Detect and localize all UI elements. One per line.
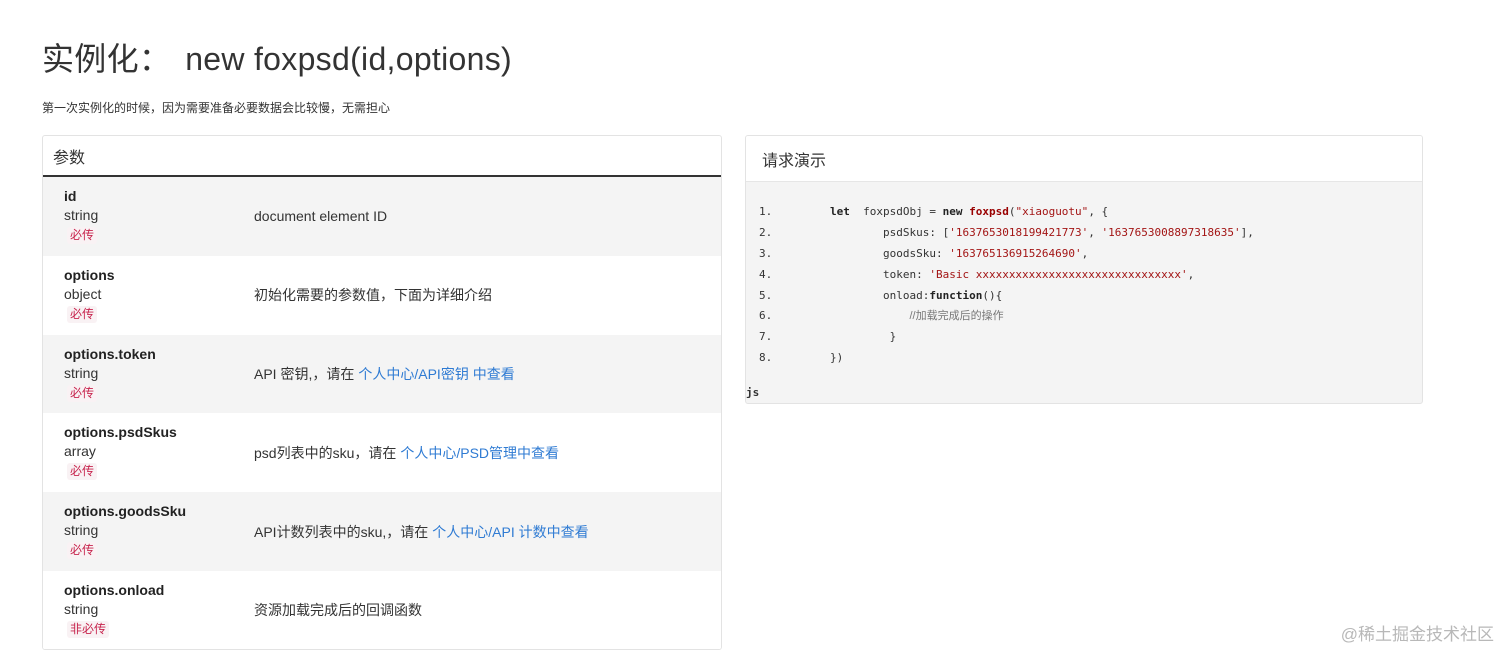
param-description: document element ID — [254, 177, 387, 256]
code-token: '163765136915264690' — [949, 246, 1082, 260]
param-required-badge: 必传 — [67, 542, 98, 560]
param-row: id string 必传 document element ID — [43, 177, 721, 256]
code-line-number: 3. — [759, 246, 773, 260]
code-line: 3. goodsSku: '163765136915264690', — [746, 244, 1422, 265]
param-description-text: 资源加载完成后的回调函数 — [254, 602, 422, 619]
code-token: } — [889, 330, 897, 344]
param-description: API计数列表中的sku,，请在 个人中心/API 计数中查看 — [254, 492, 589, 571]
code-line: 5. onload:function(){ — [746, 286, 1422, 307]
code-token: foxpsdObj = — [849, 205, 943, 218]
page-title-prefix: 实例化： — [42, 41, 172, 77]
code-token: ], — [1240, 225, 1254, 239]
code-line-content: }) — [830, 348, 843, 369]
code-line-content: //加载完成后的操作 — [830, 306, 1004, 327]
param-required-badge: 必传 — [67, 463, 98, 481]
param-description: 初始化需要的参数值，下面为详细介绍 — [254, 256, 492, 335]
code-line-content: goodsSku: '163765136915264690', — [830, 244, 1088, 265]
code-line-number: 5. — [759, 288, 773, 302]
code-line-number: 7. — [759, 330, 773, 344]
code-line: 7. } — [746, 327, 1422, 348]
code-line: 1. let foxpsdObj = new foxpsd("xiaoguotu"… — [746, 202, 1422, 223]
param-required-badge: 必传 — [67, 227, 98, 244]
code-token: '1637653018199421773' — [949, 225, 1089, 239]
param-required-badge: 必传 — [67, 384, 98, 402]
code-token: 'Basic xxxxxxxxxxxxxxxxxxxxxxxxxxxxxxx' — [929, 267, 1188, 281]
demo-panel: 请求演示 1. let foxpsdObj = new foxpsd("xiaog… — [745, 135, 1423, 404]
params-panel: 参数 id string 必传 document element ID options o… — [42, 135, 722, 650]
param-description: 资源加载完成后的回调函数 — [254, 571, 422, 649]
page-title: 实例化： new foxpsd(id,options) — [42, 34, 512, 80]
code-line: 6. //加载完成后的操作 — [746, 306, 1422, 327]
code-token: onload: — [882, 288, 930, 302]
code-line-content: token: 'Basic xxxxxxxxxxxxxxxxxxxxxxxxxx… — [830, 265, 1194, 286]
code-line-number: 4. — [759, 267, 773, 281]
param-row: options.token string 必传 API 密钥,，请在 个人中心/API密… — [43, 334, 721, 414]
code-line-number: 1. — [759, 205, 773, 218]
param-required-badge: 非必传 — [67, 620, 110, 638]
code-line: 2. psdSkus: ['1637653018199421773', '163… — [746, 223, 1422, 244]
code-token: }) — [830, 351, 844, 365]
param-description-text: document element ID — [254, 208, 388, 225]
code-token: token: — [882, 267, 930, 281]
code-token: '1637653008897318635' — [1101, 225, 1241, 239]
code-token: let — [830, 205, 850, 218]
page-title-code: new foxpsd(id,options) — [185, 41, 512, 77]
param-description-text: 初始化需要的参数值，下面为详细介绍 — [254, 287, 492, 304]
params-table: id string 必传 document element ID options obje… — [43, 177, 721, 649]
code-token: "xiaoguotu" — [1015, 205, 1089, 218]
code-token: //加载完成后的操作 — [909, 310, 1004, 323]
code-token: new — [942, 205, 963, 218]
param-row: options object 必传 初始化需要的参数值，下面为详细介绍 — [43, 255, 721, 335]
code-token: function — [929, 288, 983, 302]
param-description-text: API 密钥,，请在 — [254, 365, 355, 382]
code-block: 1. let foxpsdObj = new foxpsd("xiaoguotu"… — [746, 202, 1422, 369]
code-line-content: let foxpsdObj = new foxpsd("xiaoguotu", … — [830, 202, 1108, 223]
param-description: API 密钥,，请在 个人中心/API密钥 中查看 — [254, 335, 515, 414]
code-token: , { — [1088, 205, 1109, 218]
param-description-link[interactable]: 个人中心/API 计数中查看 — [432, 522, 588, 542]
code-line-number: 8. — [759, 351, 773, 365]
code-token: foxpsd — [962, 205, 1009, 218]
code-line-number: 2. — [759, 225, 773, 239]
param-row: options.psdSkus array 必传 psd列表中的sku，请在 个人中心/… — [43, 413, 721, 493]
param-name: id — [64, 188, 77, 204]
param-description-text: API计数列表中的sku,，请在 — [254, 523, 429, 540]
param-type: string — [64, 207, 99, 223]
code-token: goodsSku: — [882, 246, 950, 260]
param-row: options.onload string 非必传 资源加载完成后的回调函数 — [43, 570, 721, 649]
code-token: , — [1081, 246, 1089, 260]
param-row: options.goodsSku string 必传 API计数列表中的sku,，请在… — [43, 492, 721, 571]
code-token: (){ — [982, 288, 1003, 302]
code-token: , — [1187, 267, 1195, 281]
code-line-number: 6. — [759, 309, 773, 323]
code-language-label: js — [746, 386, 760, 399]
param-description-text: psd列表中的sku，请在 — [254, 444, 397, 461]
code-line-content: onload:function(){ — [830, 286, 1002, 307]
watermark: @稀土掘金技术社区 — [1340, 625, 1494, 644]
code-line-content: psdSkus: ['1637653018199421773', '163765… — [830, 223, 1254, 244]
code-token: psdSkus: [ — [882, 225, 950, 239]
demo-panel-header: 请求演示 — [746, 136, 1422, 182]
code-line-content: } — [830, 327, 897, 348]
param-required-badge: 必传 — [67, 305, 98, 323]
code-line: 4. token: 'Basic xxxxxxxxxxxxxxxxxxxxxxx… — [746, 265, 1422, 286]
code-line: 8.}) — [746, 348, 1422, 369]
param-description: psd列表中的sku，请在 个人中心/PSD管理中查看 — [254, 413, 559, 492]
param-description-link[interactable]: 个人中心/PSD管理中查看 — [400, 443, 559, 463]
page-subtitle: 第一次实例化的时候，因为需要准备必要数据会比较慢，无需担心 — [42, 101, 391, 115]
param-description-link[interactable]: 个人中心/API密钥 中查看 — [358, 364, 514, 384]
params-panel-header: 参数 — [43, 136, 721, 177]
code-token: , — [1088, 225, 1102, 239]
